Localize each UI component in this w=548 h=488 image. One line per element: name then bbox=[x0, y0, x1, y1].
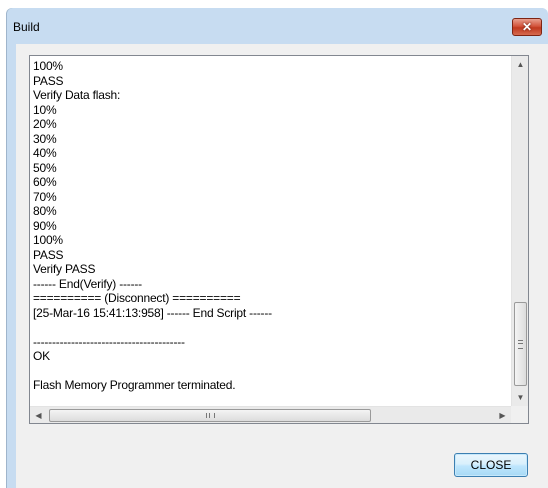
build-dialog: Build ✕ 100% PASS Verify Data flash: 10% 20%… bbox=[7, 8, 548, 488]
log-line: Flash Memory Programmer terminated. bbox=[33, 378, 236, 392]
log-line: 90% bbox=[33, 218, 57, 233]
log-line: Verify Data flash: bbox=[33, 88, 121, 102]
log-lines: 100% PASS Verify Data flash: 10% 20% 30% 40% 50… bbox=[33, 59, 272, 406]
log-line: PASS bbox=[33, 73, 64, 88]
log-line: 20% bbox=[33, 117, 57, 131]
log-line: 50% bbox=[33, 160, 57, 175]
log-line: 10% bbox=[33, 102, 57, 117]
log-line: 80% bbox=[33, 204, 57, 218]
log-line: 60% bbox=[33, 175, 57, 189]
title-bar[interactable]: Build ✕ bbox=[7, 8, 548, 44]
scroll-left-arrow-icon[interactable]: ◀ bbox=[30, 407, 47, 424]
horizontal-scrollbar[interactable]: ◀ ▶ bbox=[30, 406, 511, 423]
log-line: Verify PASS bbox=[33, 262, 96, 276]
log-line: 100% bbox=[33, 233, 63, 247]
grip-icon bbox=[206, 413, 215, 418]
log-line: 40% bbox=[33, 146, 57, 160]
grip-icon bbox=[518, 340, 523, 349]
log-line: ---------------------------------------- bbox=[33, 334, 185, 349]
log-line: OK bbox=[33, 349, 50, 363]
close-button[interactable]: CLOSE bbox=[454, 453, 528, 477]
scroll-down-arrow-icon[interactable]: ▼ bbox=[512, 389, 529, 406]
log-line: 30% bbox=[33, 131, 57, 146]
scroll-up-arrow-icon[interactable]: ▲ bbox=[512, 56, 529, 73]
dialog-body: 100% PASS Verify Data flash: 10% 20% 30% 40% 50… bbox=[16, 44, 548, 488]
dialog-title: Build bbox=[13, 20, 40, 34]
log-line: [25-Mar-16 15:41:13:958] ------ End Scri… bbox=[33, 305, 272, 320]
build-log-text-area[interactable]: 100% PASS Verify Data flash: 10% 20% 30% 40% 50… bbox=[30, 56, 511, 406]
close-window-icon[interactable]: ✕ bbox=[512, 18, 542, 36]
build-log-box: 100% PASS Verify Data flash: 10% 20% 30% 40% 50… bbox=[29, 55, 529, 424]
scrollbar-corner bbox=[511, 406, 528, 423]
vertical-scrollbar[interactable]: ▲ ▼ bbox=[511, 56, 528, 406]
log-line: 70% bbox=[33, 189, 57, 204]
log-line: 100% bbox=[33, 59, 63, 73]
scroll-right-arrow-icon[interactable]: ▶ bbox=[494, 407, 511, 424]
log-line: ========== (Disconnect) ========== bbox=[33, 291, 241, 305]
log-line: PASS bbox=[33, 247, 64, 262]
horizontal-scroll-thumb[interactable] bbox=[49, 409, 371, 422]
log-line: ------ End(Verify) ------ bbox=[33, 276, 142, 291]
vertical-scroll-thumb[interactable] bbox=[514, 302, 527, 386]
